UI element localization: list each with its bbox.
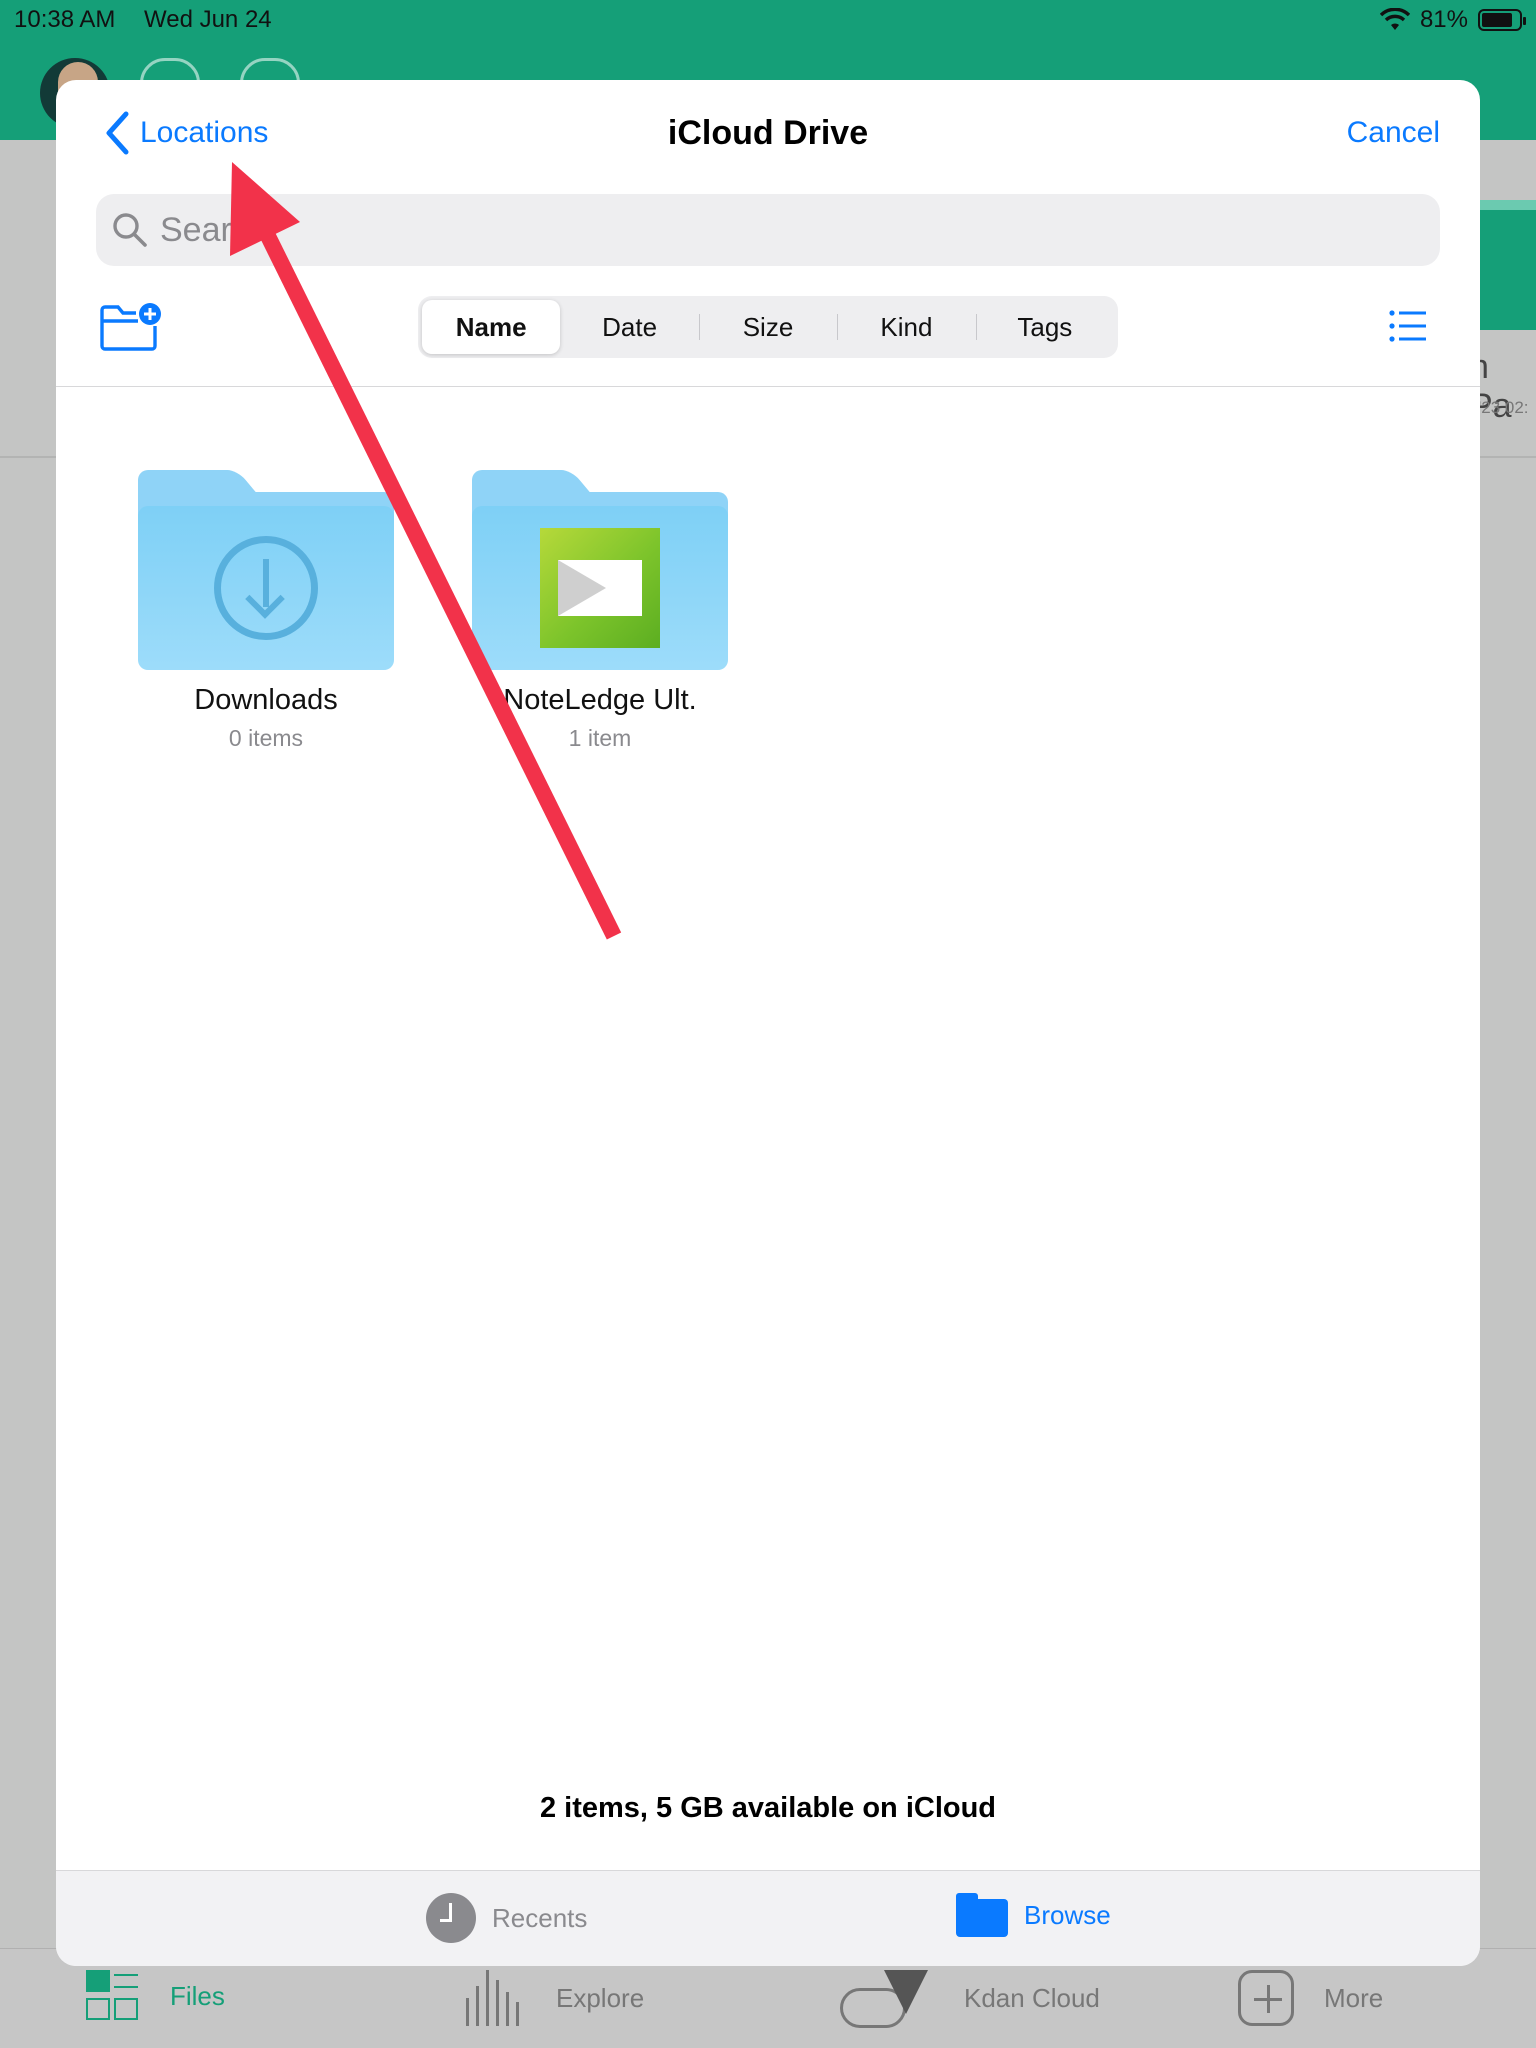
- sort-date[interactable]: Date: [560, 300, 698, 354]
- bg-tab-kdan-cloud[interactable]: Kdan Cloud: [840, 1970, 1100, 2028]
- folder-name: NoteLedge Ult.: [503, 684, 697, 716]
- sort-name[interactable]: Name: [422, 300, 561, 354]
- list-view-icon[interactable]: [1388, 308, 1428, 344]
- noteledge-app-icon: [540, 528, 660, 648]
- tab-recents[interactable]: Recents: [426, 1893, 587, 1943]
- bars-icon: [466, 1970, 526, 2026]
- background-document-thumbnail: [1480, 200, 1536, 330]
- tab-browse[interactable]: Browse: [956, 1893, 1111, 1937]
- cancel-button[interactable]: Cancel: [1347, 116, 1440, 150]
- search-input[interactable]: [160, 210, 1360, 250]
- search-bar[interactable]: [96, 194, 1440, 266]
- search-icon: [113, 213, 147, 247]
- sort-tags[interactable]: Tags: [975, 300, 1114, 354]
- bg-tab-label: Kdan Cloud: [964, 1982, 1100, 2013]
- new-folder-icon[interactable]: [98, 302, 162, 352]
- noteledge-folder-icon: [472, 470, 728, 670]
- sort-kind[interactable]: Kind: [837, 300, 975, 354]
- plus-box-icon: [1238, 1970, 1294, 2026]
- picker-tab-bar: Recents Browse: [56, 1870, 1480, 1966]
- page-title: iCloud Drive: [667, 114, 869, 152]
- tab-label: Browse: [1024, 1899, 1111, 1930]
- battery-icon: [1478, 9, 1526, 31]
- bg-tab-label: Explore: [556, 1982, 645, 2013]
- folder-downloads[interactable]: Downloads 0 items: [138, 470, 394, 752]
- sort-size[interactable]: Size: [698, 300, 837, 354]
- sort-segmented-control: Name Date Size Kind Tags: [418, 296, 1118, 358]
- bg-tab-label: More: [1324, 1982, 1384, 2013]
- folder-name: Downloads: [194, 684, 338, 716]
- folder-item-count: 1 item: [568, 725, 632, 751]
- folder-icon: [956, 1893, 1008, 1937]
- status-bar: 10:38 AM Wed Jun 24 81%: [0, 0, 1536, 40]
- status-time: 10:38 AM: [14, 6, 116, 33]
- folder-item-count: 0 items: [228, 725, 304, 751]
- storage-summary: 2 items, 5 GB available on iCloud: [539, 1792, 997, 1824]
- background-document-date: '23 02:: [1478, 398, 1529, 417]
- toolbar-divider: [56, 386, 1480, 387]
- bg-tab-more[interactable]: More: [1238, 1970, 1383, 2026]
- status-indicators: 81%: [1379, 6, 1526, 34]
- status-date: Wed Jun 24: [144, 6, 272, 33]
- cloud-icon: [840, 1970, 934, 2028]
- battery-percent: 81%: [1419, 6, 1468, 33]
- wifi-icon: [1379, 8, 1410, 30]
- tab-label: Recents: [492, 1902, 588, 1933]
- clock-icon: [426, 1893, 476, 1943]
- download-folder-icon: [138, 470, 394, 670]
- bg-tab-explore[interactable]: Explore: [466, 1970, 644, 2026]
- bg-tab-label: Files: [170, 1980, 225, 2011]
- download-arrow-icon: [214, 536, 318, 640]
- folder-noteledge[interactable]: NoteLedge Ult. 1 item: [472, 470, 728, 752]
- bg-tab-files[interactable]: Files: [86, 1970, 225, 2022]
- grid-icon: [86, 1970, 140, 2022]
- document-picker-sheet: Locations iCloud Drive Cancel Name Date …: [56, 80, 1480, 1966]
